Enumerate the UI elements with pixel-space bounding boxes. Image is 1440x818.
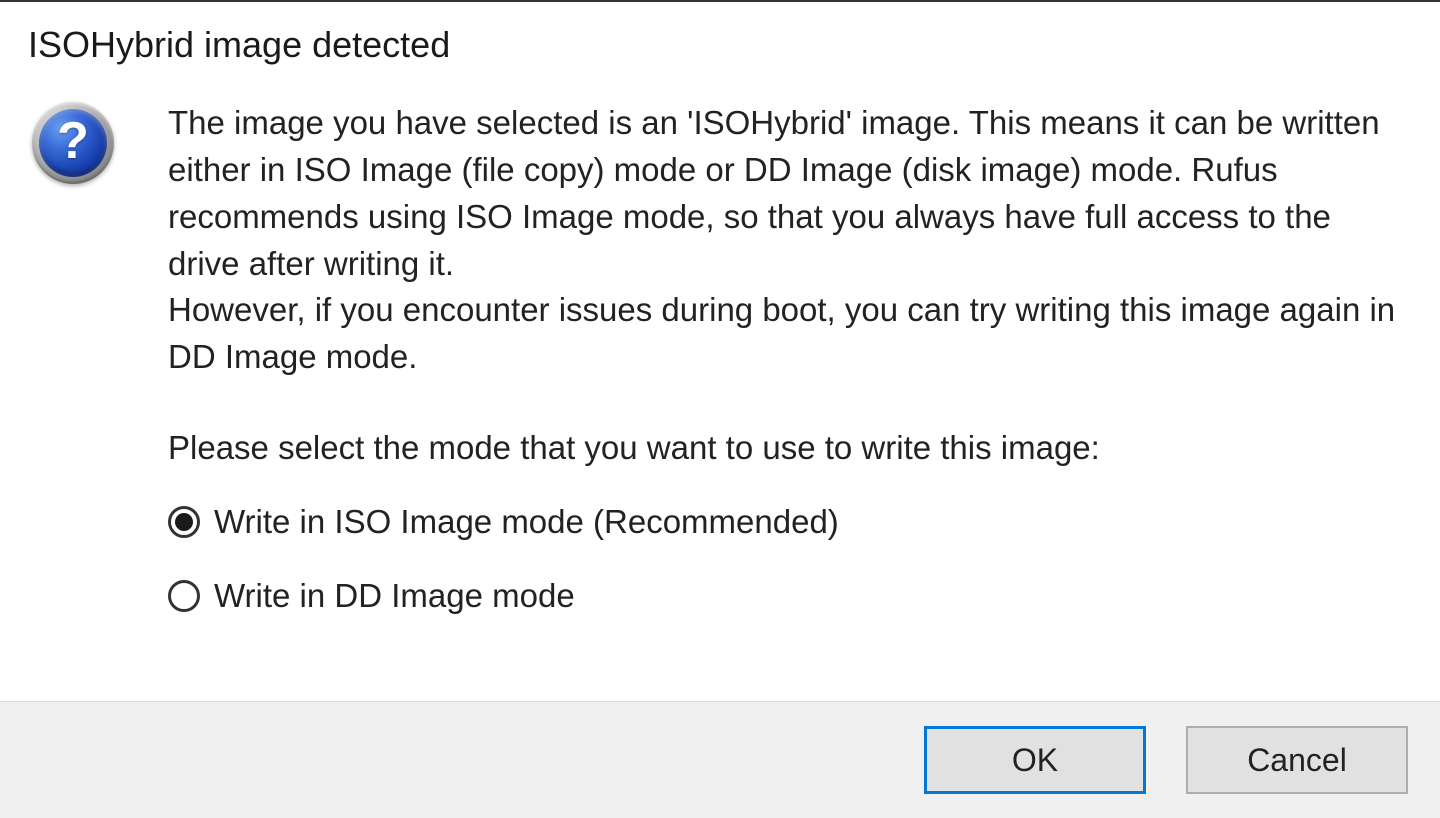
radio-option-iso[interactable]: Write in ISO Image mode (Recommended) [168, 503, 1408, 541]
radio-label-iso: Write in ISO Image mode (Recommended) [214, 503, 839, 541]
dialog-icon-column: ? [32, 98, 152, 701]
radio-indicator-iso [168, 506, 200, 538]
ok-button[interactable]: OK [924, 726, 1146, 794]
dialog-body: ? The image you have selected is an 'ISO… [0, 66, 1440, 701]
radio-option-dd[interactable]: Write in DD Image mode [168, 577, 1408, 615]
isohybrid-dialog: ISOHybrid image detected ? The image you… [0, 0, 1440, 818]
write-mode-radio-group: Write in ISO Image mode (Recommended) Wr… [168, 503, 1408, 615]
dialog-prompt: Please select the mode that you want to … [168, 429, 1408, 467]
message-paragraph-2: However, if you encounter issues during … [168, 287, 1408, 381]
radio-label-dd: Write in DD Image mode [214, 577, 575, 615]
dialog-footer: OK Cancel [0, 701, 1440, 818]
cancel-button[interactable]: Cancel [1186, 726, 1408, 794]
dialog-title: ISOHybrid image detected [0, 2, 1440, 66]
message-paragraph-1: The image you have selected is an 'ISOHy… [168, 100, 1408, 287]
dialog-message: The image you have selected is an 'ISOHy… [168, 100, 1408, 381]
radio-indicator-dd [168, 580, 200, 612]
dialog-content: The image you have selected is an 'ISOHy… [152, 98, 1408, 701]
question-icon: ? [32, 102, 114, 184]
